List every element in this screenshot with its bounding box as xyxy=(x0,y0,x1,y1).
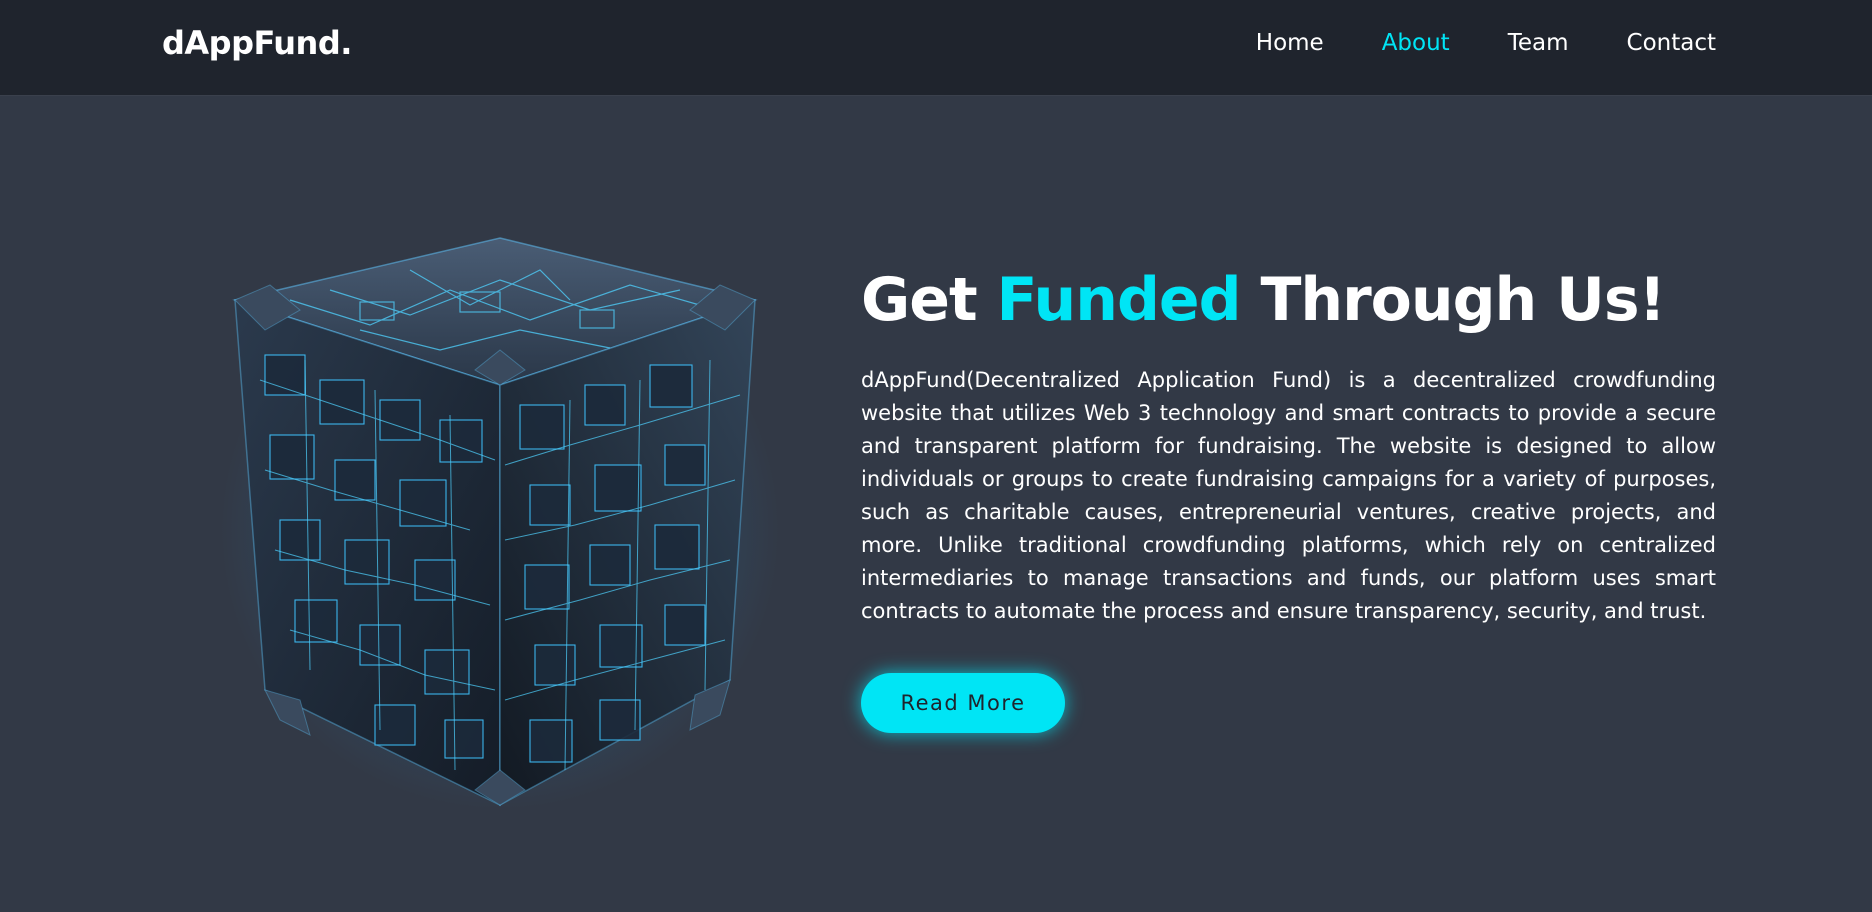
headline-part2: Through Us! xyxy=(1260,265,1666,335)
about-description: dAppFund(Decentralized Application Fund)… xyxy=(861,368,1716,623)
cube-illustration xyxy=(220,237,780,810)
about-headline: Get Funded Through Us! xyxy=(861,262,1716,338)
headline-part1: Get xyxy=(861,265,978,335)
read-more-button[interactable]: Read More xyxy=(861,673,1065,733)
nav-link-contact[interactable]: Contact xyxy=(1627,30,1716,56)
nav-link-team[interactable]: Team xyxy=(1508,30,1569,56)
site-header: dAppFund. Home About Team Contact xyxy=(0,0,1872,96)
nav-link-about[interactable]: About xyxy=(1382,30,1450,56)
headline-accent: Funded xyxy=(996,265,1242,335)
site-logo[interactable]: dAppFund. xyxy=(162,24,352,62)
nav-link-home[interactable]: Home xyxy=(1256,30,1324,56)
about-content: Get Funded Through Us! dAppFund(Decentra… xyxy=(861,262,1716,733)
main-nav: Home About Team Contact xyxy=(1198,30,1716,56)
blockchain-cube-image xyxy=(210,230,790,810)
